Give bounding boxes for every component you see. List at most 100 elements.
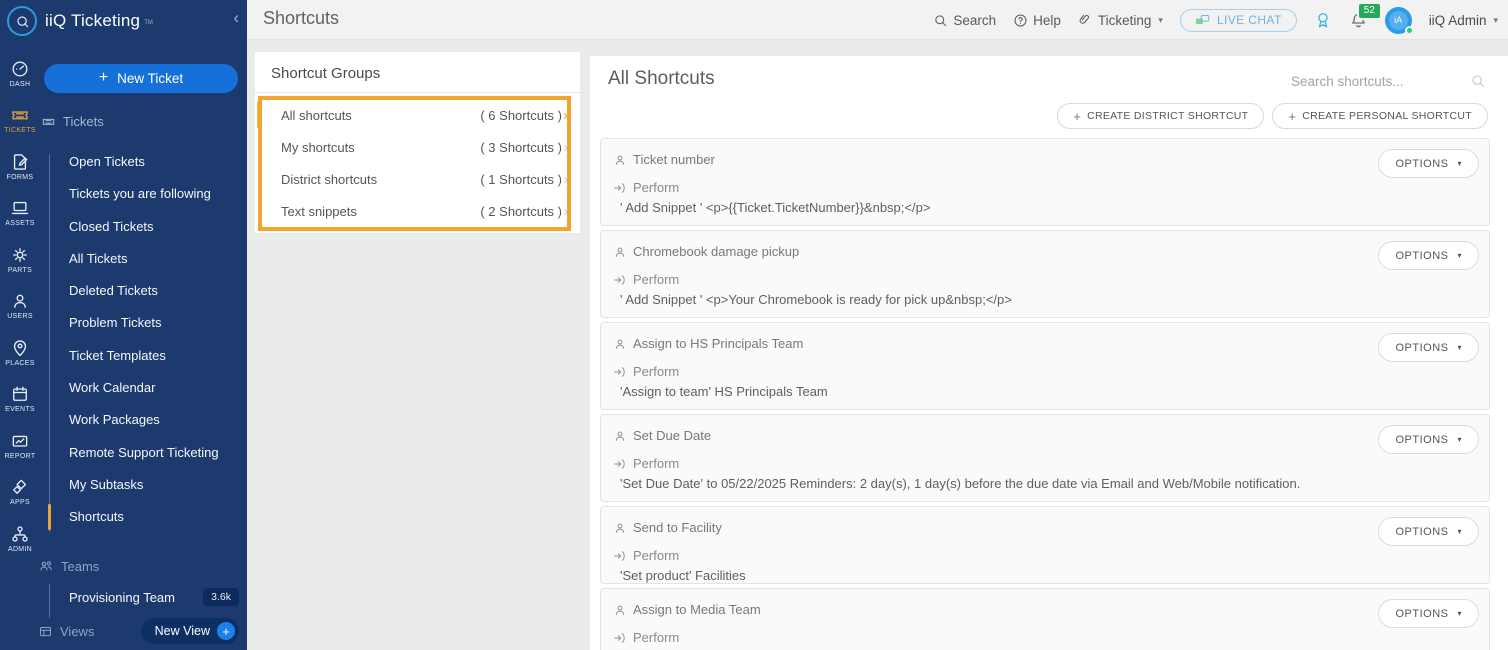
nav-item-open-tickets[interactable]: Open Tickets [0,146,247,178]
caret-down-icon: ▾ [1457,609,1462,618]
person-icon [613,521,627,535]
create-buttons-row: + CREATE DISTRICT SHORTCUT + CREATE PERS… [1057,103,1488,129]
options-button[interactable]: OPTIONS▾ [1378,599,1479,628]
team-count-badge: 3.6k [203,588,239,606]
shortcut-name: Send to Facility [633,520,722,535]
options-button[interactable]: OPTIONS▾ [1378,149,1479,178]
top-bar-actions: Search Help Ticketing ▾ LIVE CHAT 52 iA [933,0,1498,40]
perform-icon [613,365,627,379]
perform-icon [613,181,627,195]
options-button[interactable]: OPTIONS▾ [1378,333,1479,362]
person-icon [613,429,627,443]
shortcut-action: 'Set Due Date' to 05/22/2025 Reminders: … [613,476,1473,491]
shortcut-card-send-to-facility: Send to Facility OPTIONS▾ Perform 'Set p… [600,506,1490,584]
rail-item-dash[interactable]: DASH [0,50,40,97]
help-icon [1013,13,1028,28]
live-chat-button[interactable]: LIVE CHAT [1180,9,1297,32]
help-button[interactable]: Help [1013,13,1061,28]
nav-item-my-subtasks[interactable]: My Subtasks [0,469,247,501]
caret-down-icon: ▾ [1457,159,1462,168]
brand: iiQ Ticketing TM [7,6,153,36]
plus-icon: + [1288,109,1296,124]
shortcut-name: Chromebook damage pickup [633,244,799,259]
options-button[interactable]: OPTIONS▾ [1378,241,1479,270]
caret-down-icon: ▾ [1457,527,1462,536]
new-ticket-button[interactable]: + New Ticket [44,64,238,93]
nav-item-deleted-tickets[interactable]: Deleted Tickets [0,275,247,307]
shortcut-action: 'Assign to team' HS Principals Team [613,384,1473,399]
shortcut-card-chromebook-damage: Chromebook damage pickup OPTIONS▾ Perfor… [600,230,1490,318]
ticketing-dropdown[interactable]: Ticketing ▾ [1078,13,1163,28]
sidebar: iiQ Ticketing TM ‹ DASH TICKETS FORMS AS… [0,0,247,650]
perform-icon [613,549,627,563]
nav-item-ticket-templates[interactable]: Ticket Templates [0,340,247,372]
group-row-text-snippets[interactable]: Text snippets ( 2 Shortcuts ) › [255,195,580,227]
ticket-icon [41,114,56,129]
page-title: Shortcuts [263,8,339,29]
chevron-right-icon: › [563,172,568,187]
caret-down-icon: ▾ [1493,15,1498,26]
person-icon [613,603,627,617]
caret-down-icon: ▾ [1457,251,1462,260]
nav-item-provisioning-team[interactable]: Provisioning Team 3.6k [69,588,239,606]
person-icon [613,245,627,259]
rail-item-tickets[interactable]: TICKETS [0,97,40,144]
shortcut-name: Assign to HS Principals Team [633,336,803,351]
nav-item-remote-support[interactable]: Remote Support Ticketing [0,437,247,469]
avatar[interactable]: iA [1385,7,1412,34]
group-row-district-shortcuts[interactable]: District shortcuts ( 1 Shortcuts ) › [255,163,580,195]
new-view-button[interactable]: New View + [141,618,239,644]
active-indicator [48,504,51,530]
chat-icon [1195,14,1210,27]
nav-item-shortcuts[interactable]: Shortcuts [0,501,247,533]
shortcut-groups-list: All shortcuts ( 6 Shortcuts ) › My short… [255,93,580,227]
all-shortcuts-title: All Shortcuts [608,68,715,90]
chevron-right-icon: › [563,108,568,123]
shortcut-name: Set Due Date [633,428,711,443]
group-row-all-shortcuts[interactable]: All shortcuts ( 6 Shortcuts ) › [255,99,580,131]
search-shortcuts-input[interactable] [1291,74,1446,89]
person-icon [613,337,627,351]
shortcut-name: Assign to Media Team [633,602,761,617]
achievement-badge-icon[interactable] [1314,10,1332,30]
nav-item-work-calendar[interactable]: Work Calendar [0,372,247,404]
views-icon [38,624,53,639]
options-button[interactable]: OPTIONS▾ [1378,517,1479,546]
nav-item-all-tickets[interactable]: All Tickets [0,243,247,275]
collapse-sidebar-icon[interactable]: ‹ [233,8,239,28]
online-status-dot [1405,26,1414,35]
paperclip-icon [1078,13,1093,28]
plus-icon: + [99,69,108,87]
new-ticket-label: New Ticket [117,71,183,86]
tickets-nav-list: Open Tickets Tickets you are following C… [0,146,247,534]
active-indicator [257,102,261,128]
shortcut-card-hs-principals: Assign to HS Principals Team OPTIONS▾ Pe… [600,322,1490,410]
create-district-shortcut-button[interactable]: + CREATE DISTRICT SHORTCUT [1057,103,1264,129]
shortcut-action: ' Add Snippet ' <p>Your Chromebook is re… [613,292,1473,307]
search-icon[interactable] [1470,73,1486,89]
group-row-my-shortcuts[interactable]: My shortcuts ( 3 Shortcuts ) › [255,131,580,163]
notification-count-badge: 52 [1357,2,1382,20]
caret-down-icon: ▾ [1158,15,1163,26]
notifications-button[interactable]: 52 [1349,11,1368,30]
nav-item-closed-tickets[interactable]: Closed Tickets [0,211,247,243]
nav-item-tickets-following[interactable]: Tickets you are following [0,178,247,210]
nav-item-problem-tickets[interactable]: Problem Tickets [0,307,247,339]
all-shortcuts-panel: All Shortcuts + CREATE DISTRICT SHORTCUT… [590,56,1508,650]
global-search-button[interactable]: Search [933,13,996,28]
user-menu[interactable]: iiQ Admin ▾ [1429,13,1498,28]
shortcut-groups-panel: Shortcut Groups All shortcuts ( 6 Shortc… [255,52,580,233]
shortcut-card-media-team: Assign to Media Team OPTIONS▾ Perform 'A… [600,588,1490,650]
create-personal-shortcut-button[interactable]: + CREATE PERSONAL SHORTCUT [1272,103,1488,129]
shortcut-card-set-due-date: Set Due Date OPTIONS▾ Perform 'Set Due D… [600,414,1490,502]
top-bar: Shortcuts Search Help Ticketing ▾ LIVE C… [247,0,1508,40]
options-button[interactable]: OPTIONS▾ [1378,425,1479,454]
chevron-right-icon: › [563,204,568,219]
app-logo-icon[interactable] [7,6,37,36]
person-icon [613,153,627,167]
plus-icon: + [1073,109,1081,124]
shortcut-groups-title: Shortcut Groups [255,52,580,93]
perform-icon [613,273,627,287]
nav-item-work-packages[interactable]: Work Packages [0,404,247,436]
caret-down-icon: ▾ [1457,435,1462,444]
